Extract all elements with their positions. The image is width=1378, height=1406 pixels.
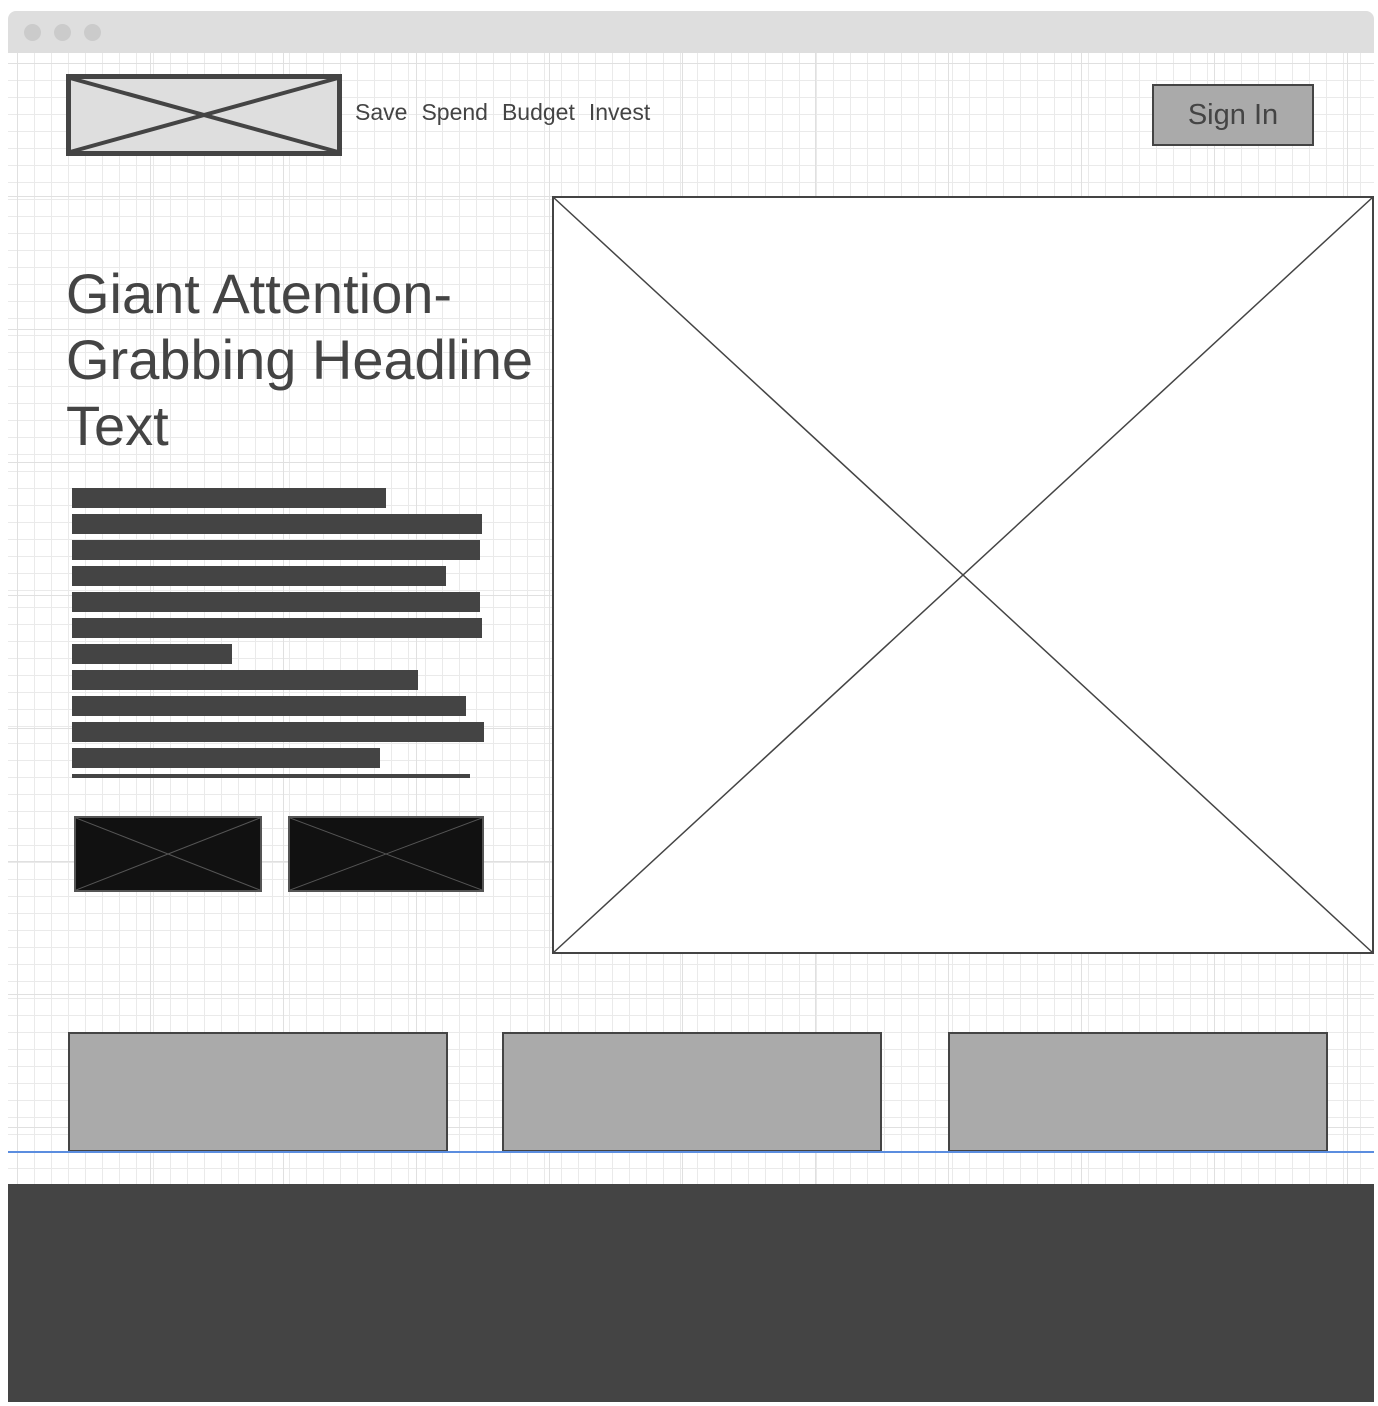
divider-line — [72, 774, 470, 778]
main-nav: Save Spend Budget Invest — [355, 99, 650, 126]
minimize-window-dot[interactable] — [54, 24, 71, 41]
nav-item-invest[interactable]: Invest — [589, 99, 650, 126]
image-placeholder-icon — [66, 74, 342, 156]
text-line-placeholder — [72, 696, 466, 716]
image-placeholder-icon — [76, 818, 260, 890]
text-line-placeholder — [72, 566, 446, 586]
cta-button-primary[interactable] — [74, 816, 262, 892]
image-placeholder-icon — [552, 196, 1374, 954]
nav-item-spend[interactable]: Spend — [421, 99, 488, 126]
footer — [8, 1184, 1374, 1402]
selection-guide-line — [8, 1151, 1374, 1153]
close-window-dot[interactable] — [24, 24, 41, 41]
maximize-window-dot[interactable] — [84, 24, 101, 41]
hero-headline: Giant Attention-Grabbing Headline Text — [66, 262, 533, 457]
nav-item-save[interactable]: Save — [355, 99, 407, 126]
title-bar — [8, 11, 1374, 53]
text-line-placeholder — [72, 514, 482, 534]
app-window: Save Spend Budget Invest Sign In Giant A… — [8, 11, 1374, 1402]
sign-in-button[interactable]: Sign In — [1152, 84, 1314, 146]
text-line-placeholder — [72, 644, 232, 664]
text-line-placeholder — [72, 748, 380, 768]
feature-card-3[interactable] — [948, 1032, 1328, 1152]
feature-card-1[interactable] — [68, 1032, 448, 1152]
wireframe-canvas: Save Spend Budget Invest Sign In Giant A… — [8, 53, 1374, 1402]
image-placeholder-icon — [290, 818, 482, 890]
text-line-placeholder — [72, 670, 418, 690]
text-line-placeholder — [72, 488, 386, 508]
feature-card-2[interactable] — [502, 1032, 882, 1152]
text-line-placeholder — [72, 592, 480, 612]
text-line-placeholder — [72, 540, 480, 560]
text-line-placeholder — [72, 618, 482, 638]
logo-placeholder[interactable] — [66, 74, 342, 156]
text-line-placeholder — [72, 722, 484, 742]
nav-item-budget[interactable]: Budget — [502, 99, 575, 126]
hero-image-placeholder — [552, 196, 1374, 954]
cta-button-secondary[interactable] — [288, 816, 484, 892]
